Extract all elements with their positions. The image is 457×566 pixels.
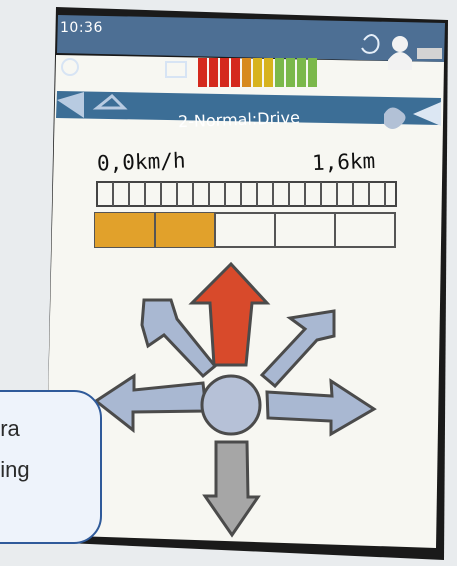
clock: 10:36: [60, 20, 103, 36]
callout-line-2: ning: [0, 457, 30, 482]
distance-readout: 1,6km: [311, 148, 376, 176]
callout-box: öra ning: [0, 390, 102, 544]
callout-line-1: öra: [0, 416, 20, 441]
speed-readout: 0,0km/h: [96, 148, 186, 176]
mode-label: 2-Normal:Drive: [177, 107, 301, 132]
ui-overlay: 10:36 2-Normal:Drive 0,0km/h 1,6km öra n…: [0, 0, 457, 562]
